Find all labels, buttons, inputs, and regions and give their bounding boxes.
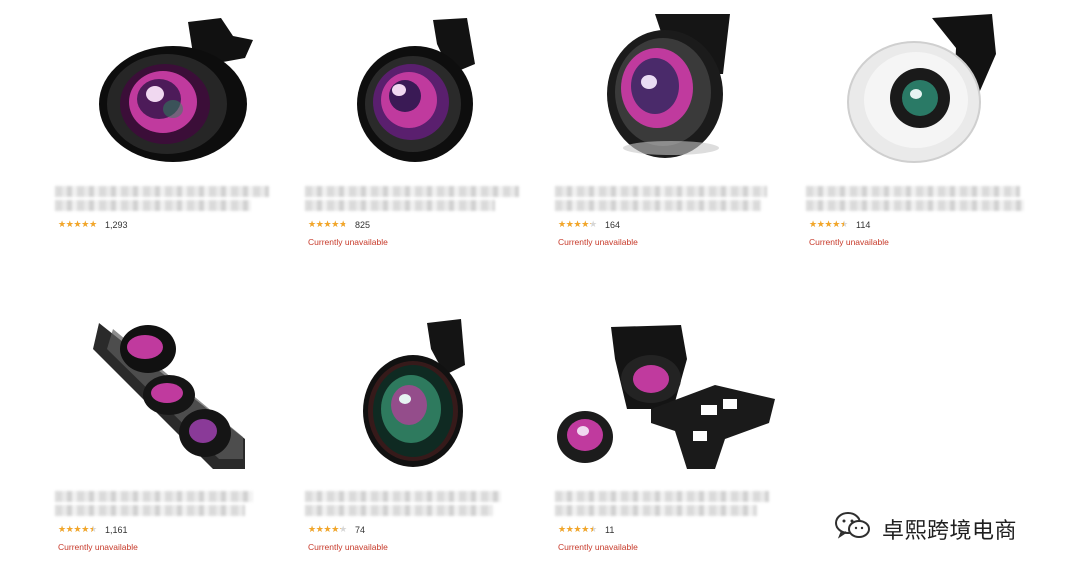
review-count[interactable]: 114: [856, 219, 870, 231]
wechat-icon: [834, 511, 872, 546]
review-count[interactable]: 1,161: [105, 524, 128, 536]
availability-status: Currently unavailable: [558, 237, 638, 247]
review-count[interactable]: 1,293: [105, 219, 128, 231]
rating[interactable]: ★★★★★ ★★★★★ 11: [558, 524, 614, 536]
star-rating-icon: ★★★★★ ★★★★★: [809, 220, 848, 230]
star-rating-icon: ★★★★★ ★★★★★: [308, 525, 347, 535]
availability-status: Currently unavailable: [558, 542, 638, 552]
product-image[interactable]: [361, 319, 481, 469]
rating[interactable]: ★★★★★ ★★★★★ 164: [558, 219, 620, 231]
availability-status: Currently unavailable: [308, 542, 388, 552]
watermark-text: 卓熙跨境电商: [882, 518, 1018, 544]
product-title[interactable]: [555, 491, 773, 523]
rating[interactable]: ★★★★★ ★★★★★ 114: [809, 219, 870, 231]
product-title[interactable]: [305, 491, 523, 523]
review-count[interactable]: 74: [355, 524, 365, 536]
rating[interactable]: ★★★★★ ★★★★★ 1,161: [58, 524, 128, 536]
product-title[interactable]: [55, 491, 273, 523]
product-title[interactable]: [55, 186, 273, 218]
product-image[interactable]: [605, 14, 775, 164]
availability-status: Currently unavailable: [809, 237, 889, 247]
rating[interactable]: ★★★★★ ★★★★★ 825: [308, 219, 370, 231]
review-count[interactable]: 11: [605, 524, 614, 536]
review-count[interactable]: 164: [605, 219, 620, 231]
product-image[interactable]: [355, 14, 495, 164]
star-rating-icon: ★★★★★ ★★★★★: [558, 525, 597, 535]
star-rating-icon: ★★★★★ ★★★★★: [58, 220, 97, 230]
rating[interactable]: ★★★★★ ★★★★★ 1,293: [58, 219, 128, 231]
product-title[interactable]: [555, 186, 773, 218]
product-title[interactable]: [806, 186, 1024, 218]
availability-status: Currently unavailable: [308, 237, 388, 247]
product-image[interactable]: [93, 14, 253, 164]
availability-status: Currently unavailable: [58, 542, 138, 552]
star-rating-icon: ★★★★★ ★★★★★: [558, 220, 597, 230]
star-rating-icon: ★★★★★ ★★★★★: [308, 220, 347, 230]
product-image[interactable]: [555, 319, 781, 469]
product-title[interactable]: [305, 186, 523, 218]
rating[interactable]: ★★★★★ ★★★★★ 74: [308, 524, 365, 536]
watermark: 卓熙跨境电商: [834, 511, 1017, 546]
star-rating-icon: ★★★★★ ★★★★★: [58, 525, 97, 535]
product-image[interactable]: [846, 14, 1016, 164]
review-count[interactable]: 825: [355, 219, 370, 231]
product-image[interactable]: [93, 319, 245, 469]
